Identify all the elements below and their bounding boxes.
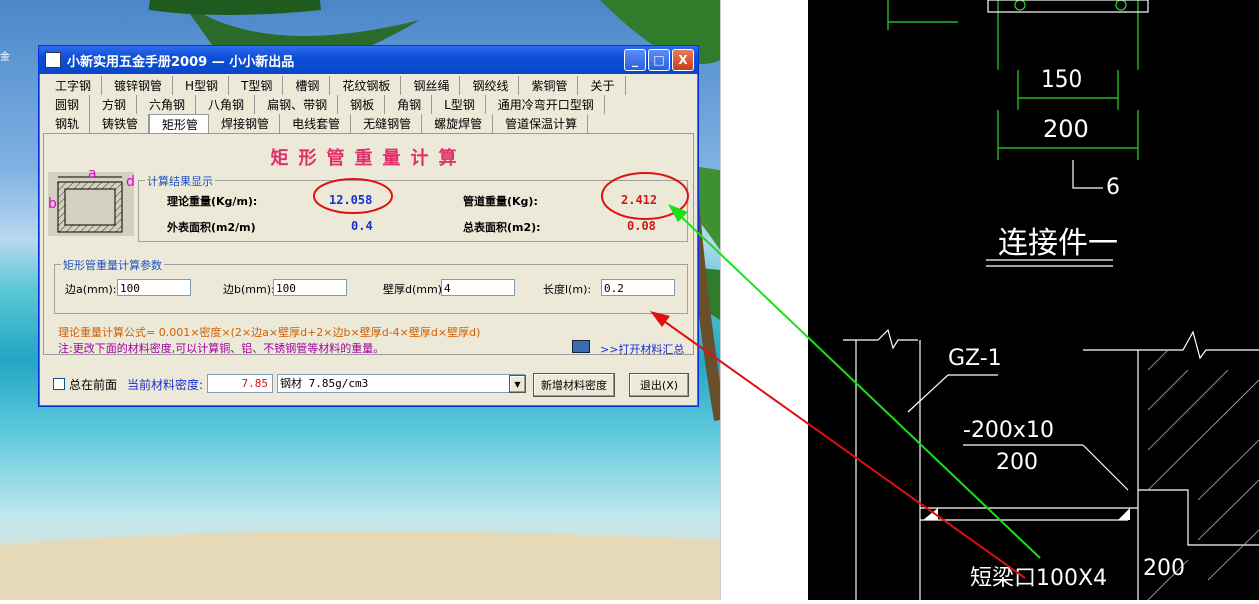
cad-connector-title: 连接件一	[998, 226, 1118, 261]
cad-dim-200-bottom: 200	[1143, 556, 1185, 581]
tab-cold-formed[interactable]: 通用冷弯开口型钢	[486, 95, 605, 114]
tab-l-section[interactable]: L型钢	[432, 95, 486, 114]
tab-h-beam[interactable]: H型钢	[173, 76, 230, 95]
app-icon	[45, 52, 61, 68]
pipe-weight-label: 管道重量(Kg):	[463, 195, 538, 208]
cad-beam-label: 短梁口100X4	[970, 566, 1108, 591]
open-materials-link[interactable]: >>打开材料汇总	[600, 341, 684, 357]
length-label: 长度l(m):	[543, 283, 592, 296]
tab-flat-strip[interactable]: 扁钢、带钢	[255, 95, 339, 114]
page-title: 矩形管重量计算	[270, 148, 467, 169]
tab-checker-plate[interactable]: 花纹钢板	[330, 76, 402, 95]
tab-row-3: 钢轨 铸铁管 矩形管 焊接钢管 电线套管 无缝钢管 螺旋焊管 管道保温计算	[43, 114, 694, 133]
tab-angle[interactable]: 角钢	[385, 95, 433, 114]
side-b-label: 边b(mm):	[223, 283, 275, 296]
tab-welded-pipe[interactable]: 焊接钢管	[209, 114, 281, 133]
cad-gz-label: GZ-1	[948, 346, 1002, 371]
tab-octagon-bar[interactable]: 八角钢	[196, 95, 256, 114]
params-group-label: 矩形管重量计算参数	[61, 257, 164, 273]
diagram-label-b: b	[48, 196, 57, 212]
cad-lines	[843, 0, 1259, 601]
rect-tube-panel: 矩形管重量计算 a b d 计算结果显示 理论重量(Kg/m): 12.058 …	[43, 133, 694, 357]
always-on-top-label: 总在前面	[69, 378, 118, 392]
side-a-label: 边a(mm):	[65, 283, 117, 296]
pipe-weight-value: 2.412	[621, 193, 658, 207]
thickness-label: 壁厚d(mm)	[383, 283, 442, 296]
side-b-input[interactable]: 100	[273, 279, 347, 296]
formula-text: 理论重量计算公式= 0.001×密度×(2×边a×壁厚d+2×边b×壁厚d-4×…	[58, 326, 481, 339]
results-group-label: 计算结果显示	[145, 173, 215, 189]
materials-icon[interactable]	[572, 340, 590, 353]
tab-about[interactable]: 关于	[578, 76, 626, 95]
outer-area-value: 0.4	[351, 219, 373, 233]
tab-rectangular-tube[interactable]: 矩形管	[149, 114, 210, 133]
tab-channel[interactable]: 槽钢	[283, 76, 331, 95]
outer-area-label: 外表面积(m2/m)	[167, 221, 256, 234]
tab-galvanized-pipe[interactable]: 镀锌钢管	[102, 76, 174, 95]
tab-row-2: 圆钢 方钢 六角钢 八角钢 扁钢、带钢 钢板 角钢 L型钢 通用冷弯开口型钢	[43, 95, 694, 114]
always-on-top-checkbox[interactable]	[53, 378, 65, 390]
tab-round-bar[interactable]: 圆钢	[43, 95, 91, 114]
tab-cast-iron-pipe[interactable]: 铸铁管	[90, 114, 150, 133]
thickness-input[interactable]: 4	[441, 279, 515, 296]
add-density-button[interactable]: 新增材料密度	[533, 373, 615, 397]
tab-i-beam[interactable]: 工字钢	[43, 76, 103, 95]
cad-plate-dim: 200	[996, 450, 1038, 475]
tab-spiral-pipe[interactable]: 螺旋焊管	[422, 114, 494, 133]
document-margin	[720, 0, 809, 600]
maximize-button[interactable]: □	[648, 49, 670, 71]
tab-hex-bar[interactable]: 六角钢	[137, 95, 197, 114]
desktop-icon-label[interactable]: 金	[0, 52, 18, 63]
tab-row-1: 工字钢 镀锌钢管 H型钢 T型钢 槽钢 花纹钢板 钢丝绳 钢绞线 紫铜管 关于	[43, 76, 694, 95]
results-group: 计算结果显示 理论重量(Kg/m): 12.058 管道重量(Kg): 2.41…	[138, 173, 688, 242]
cad-plate-label: -200x10	[963, 418, 1054, 443]
cad-drawing: 150 200 6 连接件一 GZ-1 -200x10 200 短梁口100X4…	[808, 0, 1259, 601]
density-input[interactable]: 7.85	[207, 374, 273, 393]
length-input[interactable]: 0.2	[601, 279, 675, 296]
window-title: 小新实用五金手册2009 — 小小新出品	[67, 54, 295, 70]
material-select-dropdown-button[interactable]: ▼	[509, 375, 526, 393]
tab-seamless-pipe[interactable]: 无缝钢管	[351, 114, 423, 133]
tab-rail[interactable]: 钢轨	[43, 114, 91, 133]
material-select[interactable]: 钢材 7.85g/cm3	[277, 374, 525, 393]
tab-conduit[interactable]: 电线套管	[280, 114, 352, 133]
tab-square-bar[interactable]: 方钢	[90, 95, 138, 114]
tab-strand[interactable]: 钢绞线	[460, 76, 520, 95]
total-area-value: 0.08	[627, 219, 656, 233]
footer-bar: 总在前面 当前材料密度: 7.85 钢材 7.85g/cm3 ▼ 新增材料密度 …	[43, 369, 693, 399]
tab-copper-pipe[interactable]: 紫铜管	[519, 76, 579, 95]
density-note: 注:更改下面的材料密度,可以计算铜、铝、不锈钢管等材料的重量。	[58, 342, 385, 355]
params-group: 矩形管重量计算参数 边a(mm): 100 边b(mm): 100 壁厚d(mm…	[54, 257, 688, 314]
close-button[interactable]: X	[672, 49, 694, 71]
minimize-button[interactable]: _	[624, 49, 646, 71]
tab-wire-rope[interactable]: 钢丝绳	[401, 76, 461, 95]
diagram-label-d: d	[126, 174, 135, 190]
side-a-input[interactable]: 100	[117, 279, 191, 296]
tab-t-beam[interactable]: T型钢	[229, 76, 284, 95]
tab-steel-plate[interactable]: 钢板	[338, 95, 386, 114]
cad-dim-150: 150	[1041, 65, 1083, 93]
theory-weight-value: 12.058	[329, 193, 373, 207]
hardware-handbook-window: 小新实用五金手册2009 — 小小新出品 _ □ X 工字钢 镀锌钢管 H型钢 …	[38, 45, 699, 407]
diagram-label-a: a	[88, 166, 97, 182]
theory-weight-label: 理论重量(Kg/m):	[167, 195, 258, 208]
cad-callout-6: 6	[1106, 175, 1120, 200]
tab-insulation-calc[interactable]: 管道保温计算	[493, 114, 589, 133]
tab-strip: 工字钢 镀锌钢管 H型钢 T型钢 槽钢 花纹钢板 钢丝绳 钢绞线 紫铜管 关于 …	[39, 74, 698, 133]
exit-button[interactable]: 退出(X)	[629, 373, 689, 397]
title-bar[interactable]: 小新实用五金手册2009 — 小小新出品 _ □ X	[39, 46, 698, 74]
tube-diagram: a b d	[48, 166, 135, 236]
density-label: 当前材料密度:	[127, 378, 204, 392]
total-area-label: 总表面积(m2):	[463, 221, 541, 234]
cad-dim-200-top: 200	[1043, 115, 1089, 143]
